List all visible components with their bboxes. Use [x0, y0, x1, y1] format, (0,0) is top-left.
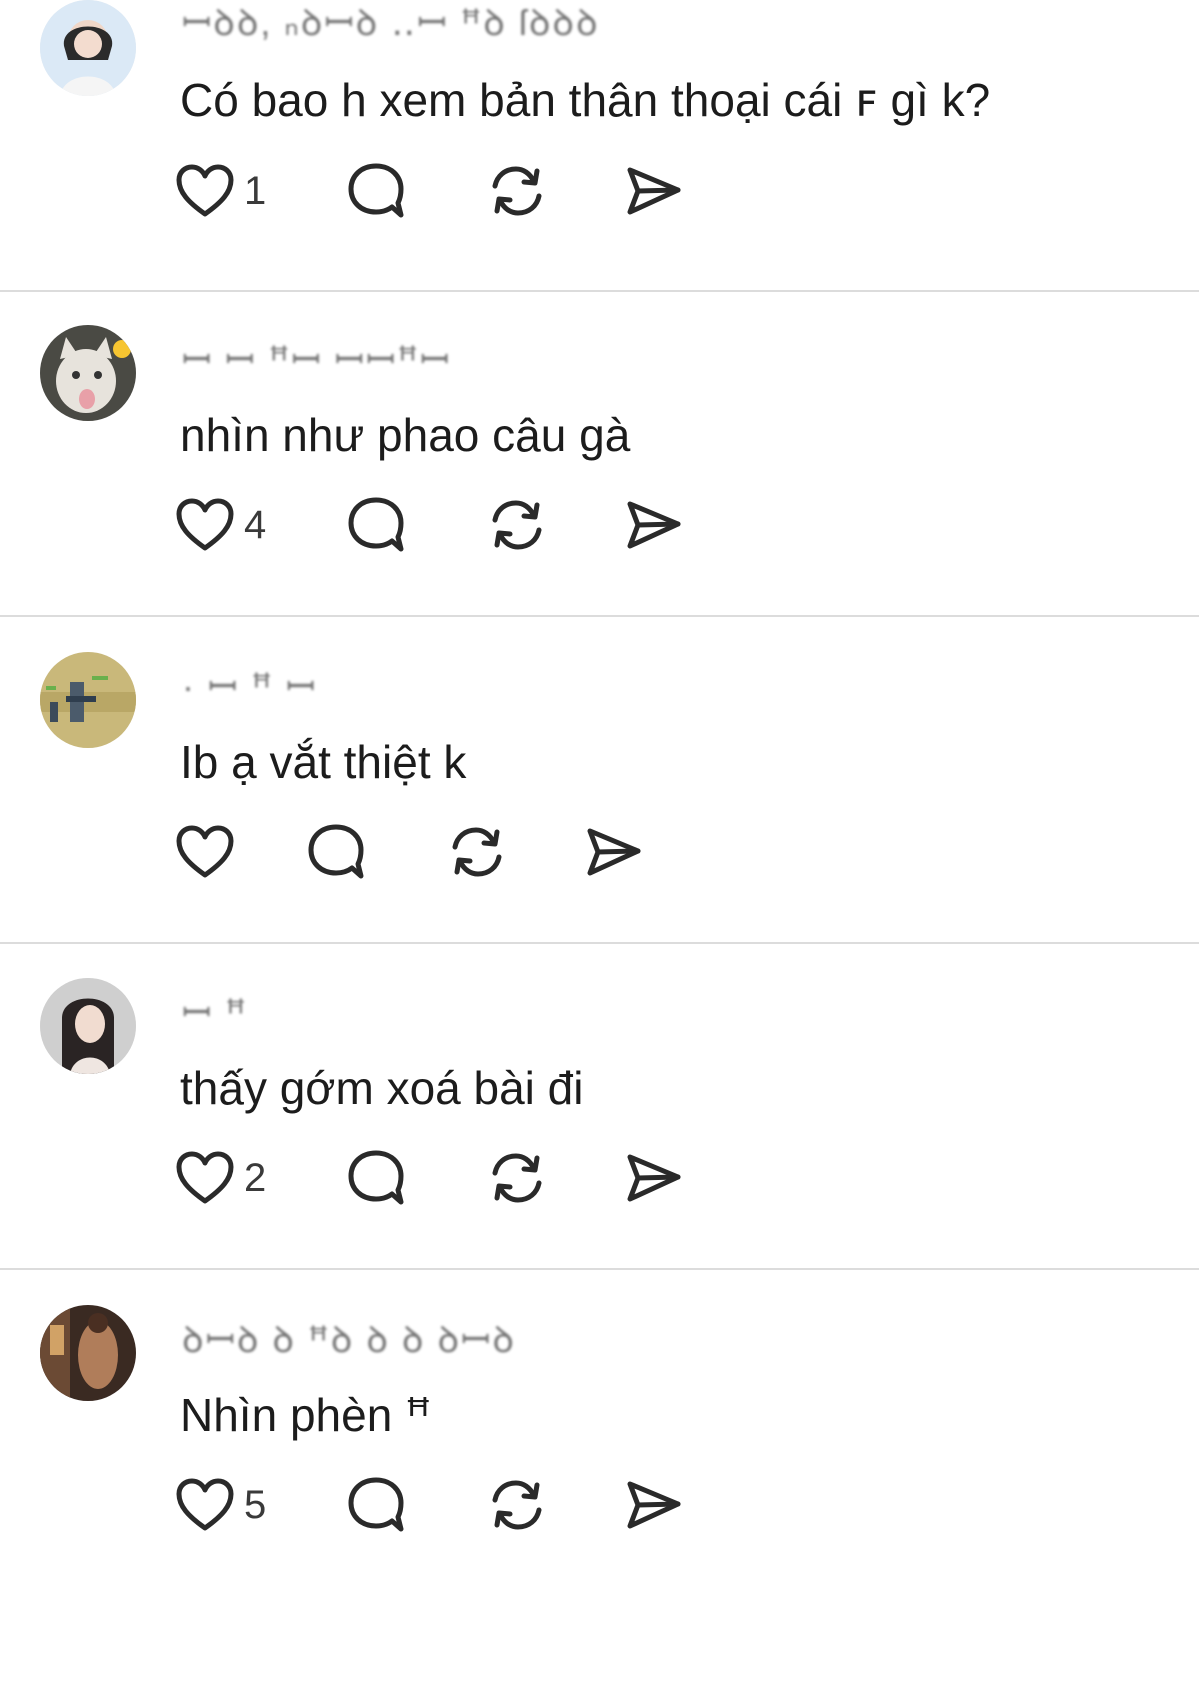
repost-icon — [486, 1149, 548, 1207]
share-button[interactable] — [624, 158, 684, 224]
reply-button[interactable] — [306, 819, 366, 885]
comment-text: nhìn như phao câu gà — [180, 409, 631, 461]
reply-bubble-icon — [346, 1149, 406, 1207]
comment-item: ꟷꝺꝺ, ₙꝺꟷꝺ ‥ꟷ ꟸꝺ ſꝺꝺꝺ Có bao h xem bản th… — [0, 0, 1199, 331]
like-count: 4 — [244, 503, 267, 547]
like-button[interactable] — [176, 819, 244, 885]
reply-button[interactable] — [346, 1145, 406, 1211]
comment-item: · ꟷ ꟸ ꟷ Ib ạ vắt thiệt k — [0, 632, 1199, 983]
reply-bubble-icon — [346, 1476, 406, 1534]
heart-icon — [176, 498, 234, 552]
username[interactable]: ꟷ ꟸ — [182, 993, 742, 1033]
comment-item: ꝺꟷꝺ ꝺ ꟸꝺ ꝺ ꝺ ꝺꟷꝺ Nhìn phèn ꟸ 5 — [0, 1285, 1199, 1636]
comment-text: thấy gớm xoá bài đi — [180, 1062, 584, 1114]
comment-text: Ib ạ vắt thiệt k — [180, 736, 467, 788]
share-button[interactable] — [584, 819, 644, 885]
reply-bubble-icon — [346, 496, 406, 554]
share-send-icon — [624, 1149, 684, 1207]
avatar[interactable] — [40, 0, 136, 96]
comment-actions: 1 — [176, 158, 776, 224]
repost-icon — [486, 496, 548, 554]
comment-item: ꟷ ꟸ thấy gớm xoá bài đi 2 — [0, 958, 1199, 1309]
reply-button[interactable] — [346, 1472, 406, 1538]
avatar[interactable] — [40, 652, 136, 748]
comment-divider — [0, 290, 1199, 292]
repost-icon — [446, 823, 508, 881]
comment-item: ꟷ ꟷ ꟸꟷ ꟷꟷꟸꟷ nhìn như phao câu gà 4 — [0, 305, 1199, 656]
username[interactable]: ꝺꟷꝺ ꝺ ꟸꝺ ꝺ ꝺ ꝺꟷꝺ — [182, 1320, 742, 1360]
username[interactable]: ꟷ ꟷ ꟸꟷ ꟷꟷꟸꟷ — [182, 340, 742, 380]
reply-bubble-icon — [346, 162, 406, 220]
share-button[interactable] — [624, 492, 684, 558]
username[interactable]: · ꟷ ꟸ ꟷ — [182, 667, 742, 707]
comment-text: Có bao h xem bản thân thoại cái ꜰ gì k? — [180, 74, 991, 126]
comment-actions — [176, 819, 776, 885]
share-button[interactable] — [624, 1145, 684, 1211]
reply-bubble-icon — [306, 823, 366, 881]
avatar[interactable] — [40, 978, 136, 1074]
comment-text: Nhìn phèn ꟸ — [180, 1389, 432, 1441]
repost-button[interactable] — [486, 158, 548, 224]
like-count: 5 — [244, 1483, 267, 1527]
comment-actions: 4 — [176, 492, 776, 558]
share-send-icon — [624, 162, 684, 220]
comment-actions: 2 — [176, 1145, 776, 1211]
repost-icon — [486, 1476, 548, 1534]
repost-icon — [486, 162, 548, 220]
reply-button[interactable] — [346, 158, 406, 224]
repost-button[interactable] — [486, 492, 548, 558]
share-send-icon — [624, 1476, 684, 1534]
avatar[interactable] — [40, 1305, 136, 1401]
heart-icon — [176, 1478, 234, 1532]
like-button[interactable]: 1 — [176, 158, 266, 224]
username[interactable]: ꟷꝺꝺ, ₙꝺꟷꝺ ‥ꟷ ꟸꝺ ſꝺꝺꝺ — [182, 3, 742, 43]
share-send-icon — [584, 823, 644, 881]
like-count: 1 — [244, 169, 267, 213]
heart-icon — [176, 164, 234, 218]
like-button[interactable]: 2 — [176, 1145, 266, 1211]
share-send-icon — [624, 496, 684, 554]
comment-actions: 5 — [176, 1472, 776, 1538]
like-button[interactable]: 5 — [176, 1472, 266, 1538]
heart-icon — [176, 825, 234, 879]
heart-icon — [176, 1151, 234, 1205]
reply-button[interactable] — [346, 492, 406, 558]
comment-divider — [0, 942, 1199, 944]
repost-button[interactable] — [486, 1145, 548, 1211]
share-button[interactable] — [624, 1472, 684, 1538]
repost-button[interactable] — [446, 819, 508, 885]
comment-divider — [0, 1268, 1199, 1270]
like-count: 2 — [244, 1156, 267, 1200]
comment-divider — [0, 615, 1199, 617]
avatar[interactable] — [40, 325, 136, 421]
like-button[interactable]: 4 — [176, 492, 266, 558]
repost-button[interactable] — [486, 1472, 548, 1538]
